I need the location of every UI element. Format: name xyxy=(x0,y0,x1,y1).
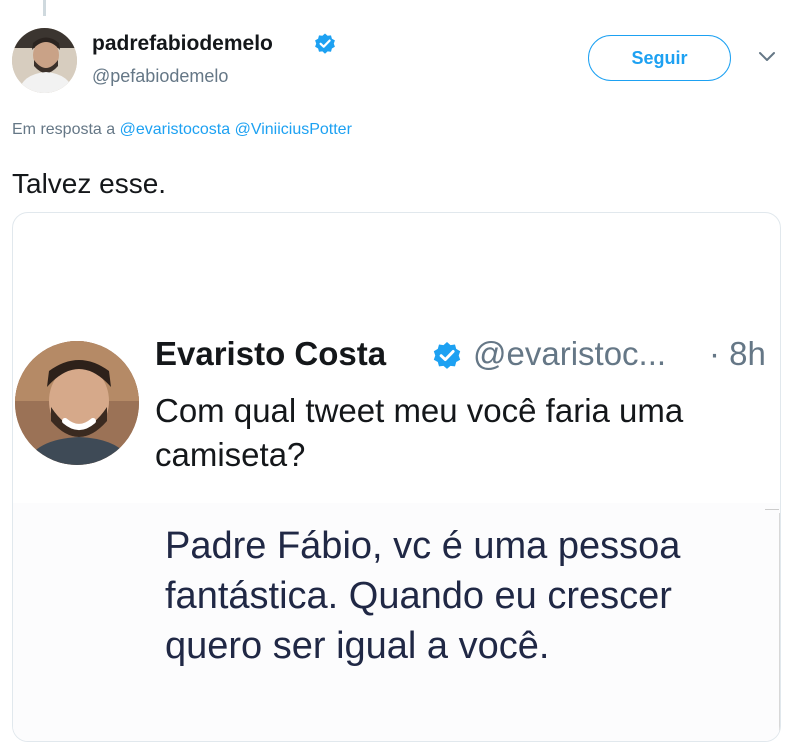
media-card[interactable]: Evaristo Costa @evaristoc... · 8h Com qu… xyxy=(12,212,781,742)
chevron-down-icon[interactable] xyxy=(757,50,777,64)
reply-context: Em resposta a @evaristocosta @ViniiciusP… xyxy=(12,121,352,139)
quoted-timestamp: · 8h xyxy=(709,335,766,372)
quoted-avatar xyxy=(15,341,139,465)
verified-badge-icon xyxy=(433,342,461,369)
mention-link[interactable]: @evaristocosta xyxy=(120,121,231,138)
mention-link[interactable]: @ViniiciusPotter xyxy=(235,121,352,138)
follow-button[interactable]: Seguir xyxy=(588,35,731,81)
divider xyxy=(779,513,780,741)
reply-prefix: Em resposta a xyxy=(12,121,116,138)
avatar[interactable] xyxy=(12,28,77,93)
thread-line xyxy=(43,0,46,16)
verified-badge-icon xyxy=(315,33,335,54)
tweet-text: Talvez esse. xyxy=(12,168,167,199)
divider xyxy=(765,509,779,510)
author-handle[interactable]: @pefabiodemelo xyxy=(92,66,228,87)
quoted-author-name: Evaristo Costa xyxy=(155,335,387,372)
quoted-tweet-text: Com qual tweet meu você faria uma camise… xyxy=(155,392,684,473)
quoted-author-handle: @evaristoc... xyxy=(473,335,667,372)
image-caption-text: Padre Fábio, vc é uma pessoa fantástica.… xyxy=(165,525,681,667)
author-display-name[interactable]: padrefabiodemelo xyxy=(92,32,273,56)
